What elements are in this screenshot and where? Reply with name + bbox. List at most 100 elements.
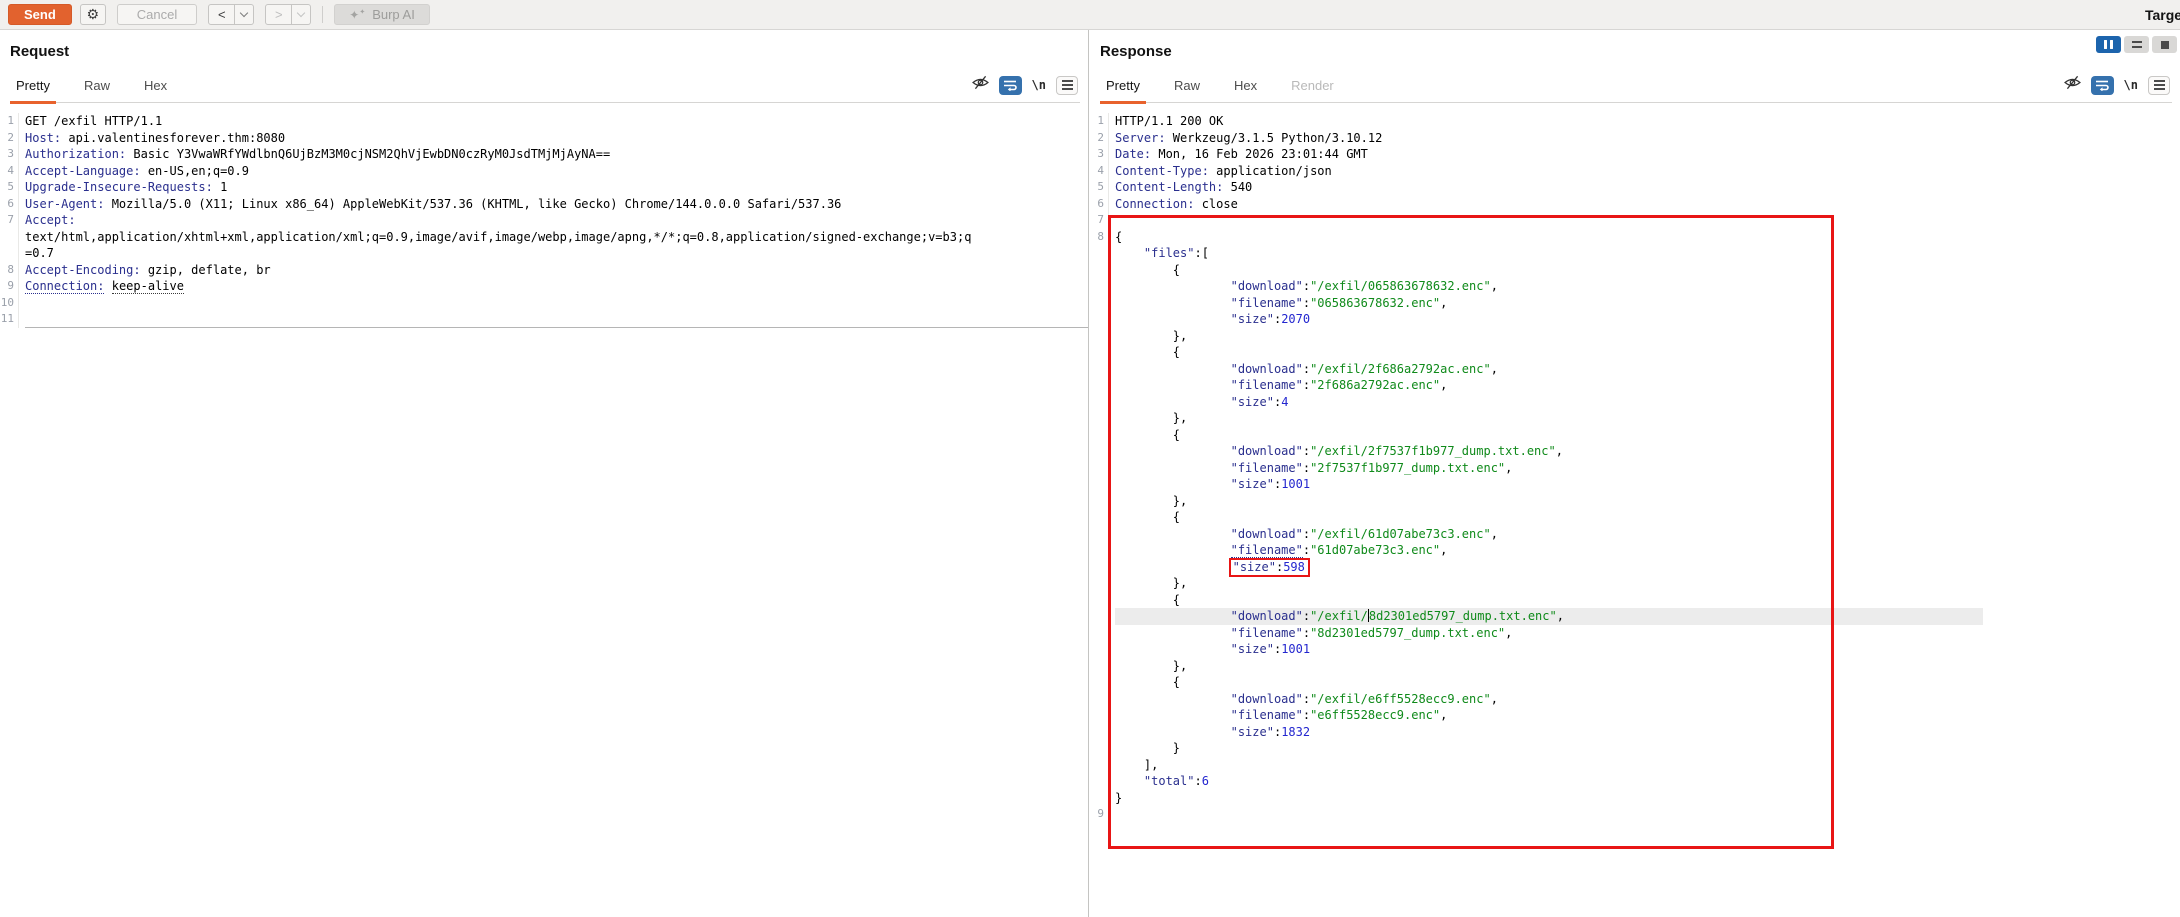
code-line: "filename":"8d2301ed5797_dump.txt.enc", [1090,625,2180,642]
code-line: } [1090,790,2180,807]
line-content: User-Agent: Mozilla/5.0 (X11; Linux x86_… [25,196,1088,213]
newline-toggle-button[interactable]: \n [1032,78,1046,92]
repeater-panes: Request PrettyRawHex \n 1GET /exfil HTTP… [0,30,2180,917]
line-number [1090,509,1109,526]
response-tab-row: Pretty Raw Hex Render \n [1100,72,2172,103]
line-number [1090,476,1109,493]
forward-navigation-group: > [265,4,311,25]
code-line: }, [1090,493,2180,510]
toolbar-divider [322,6,323,23]
code-line: 6 Connection: close [1090,196,2180,213]
line-content: "download":"/exfil/61d07abe73c3.enc", [1115,526,2180,543]
word-wrap-button[interactable] [999,76,1022,95]
target-tab[interactable]: Target [2145,0,2180,30]
line-content: text/html,application/xhtml+xml,applicat… [25,229,1088,246]
line-content [1115,212,2180,229]
line-number: 11 [0,311,19,328]
word-wrap-icon [2095,79,2109,91]
line-content: Accept: [25,212,1088,229]
line-number: 6 [1090,196,1109,213]
code-line: "download":"/exfil/8d2301ed5797_dump.txt… [1090,608,2180,625]
line-content: { [1115,509,2180,526]
gear-icon: ⚙ [87,7,100,23]
code-line: 5Upgrade-Insecure-Requests: 1 [0,179,1088,196]
line-number: 4 [0,163,19,180]
tab-pretty[interactable]: Pretty [10,78,56,104]
hamburger-icon [1062,80,1073,82]
line-content: "filename":"8d2301ed5797_dump.txt.enc", [1115,625,2180,642]
line-content: =0.7 [25,245,1088,262]
line-number [1090,559,1109,576]
tab-pretty[interactable]: Pretty [1100,78,1146,104]
line-content: "size":1001 [1115,641,2180,658]
back-button[interactable]: < [208,4,235,25]
tab-raw[interactable]: Raw [78,78,116,104]
word-wrap-button[interactable] [2091,76,2114,95]
hide-nonprinting-button[interactable] [972,75,989,95]
line-content: "download":"/exfil/2f686a2792ac.enc", [1115,361,2180,378]
code-line: "size":1001 [1090,641,2180,658]
send-button[interactable]: Send [8,4,72,25]
tab-hex[interactable]: Hex [138,78,173,104]
line-content: "filename":"61d07abe73c3.enc", [1115,542,2180,559]
line-number: 3 [1090,146,1109,163]
cancel-button[interactable]: Cancel [117,4,197,25]
line-number [1090,361,1109,378]
line-number: 8 [0,262,19,279]
code-line: 9Connection: keep-alive [0,278,1088,295]
tab-hex[interactable]: Hex [1228,78,1263,104]
request-editor[interactable]: 1GET /exfil HTTP/1.12Host: api.valentine… [0,109,1088,917]
forward-button[interactable]: > [265,4,292,25]
line-content: Connection: close [1115,196,2180,213]
response-editor[interactable]: 1HTTP/1.1 200 OK2Server: Werkzeug/3.1.5 … [1090,109,2180,917]
line-content: "filename":"065863678632.enc", [1115,295,2180,312]
line-number [1090,707,1109,724]
line-number [1090,724,1109,741]
annotation-box-small: "size":598 [1229,558,1310,577]
code-line: "size":1832 [1090,724,2180,741]
line-number: 7 [0,212,19,229]
tab-render[interactable]: Render [1285,78,1340,104]
toolbar: Send ⚙ Cancel < > ✦✦ Burp AI Target [0,0,2180,30]
line-content: }, [1115,328,2180,345]
editor-menu-button[interactable] [2148,76,2170,95]
line-content: "files":[ [1115,245,2180,262]
line-number [1090,674,1109,691]
newline-toggle-button[interactable]: \n [2124,78,2138,92]
line-content: GET /exfil HTTP/1.1 [25,113,1088,130]
settings-button[interactable]: ⚙ [80,4,106,25]
back-history-dropdown[interactable] [235,4,254,25]
line-content: }, [1115,493,2180,510]
code-line: 4Content-Type: application/json [1090,163,2180,180]
editor-menu-button[interactable] [1056,76,1078,95]
line-number [1090,410,1109,427]
line-content: } [1115,740,2180,757]
code-line: { [1090,427,2180,444]
line-number: 8 [1090,229,1109,246]
code-line: 7 Accept: [0,212,1088,229]
tab-raw[interactable]: Raw [1168,78,1206,104]
line-number [1090,262,1109,279]
line-number [1090,278,1109,295]
code-line: { [1090,592,2180,609]
line-number [1090,773,1109,790]
code-line: 2Host: api.valentinesforever.thm:8080 [0,130,1088,147]
line-number [1090,328,1109,345]
line-number: 6 [0,196,19,213]
hide-nonprinting-button[interactable] [2064,75,2081,95]
chevron-down-icon [297,9,305,17]
eye-slash-icon [972,75,989,90]
burp-ai-button[interactable]: ✦✦ Burp AI [334,4,430,25]
line-number: 9 [0,278,19,295]
code-line: 2Server: Werkzeug/3.1.5 Python/3.10.12 [1090,130,2180,147]
line-content: Accept-Encoding: gzip, deflate, br [25,262,1088,279]
code-line: 8 Accept-Encoding: gzip, deflate, br [0,262,1088,279]
line-number: 5 [0,179,19,196]
line-content: Date: Mon, 16 Feb 2026 23:01:44 GMT [1115,146,2180,163]
line-number [1090,295,1109,312]
line-number [1090,658,1109,675]
sparkle-icon: ✦✦ [349,8,365,22]
code-line: "download":"/exfil/61d07abe73c3.enc", [1090,526,2180,543]
back-navigation-group: < [208,4,254,25]
forward-history-dropdown[interactable] [292,4,311,25]
